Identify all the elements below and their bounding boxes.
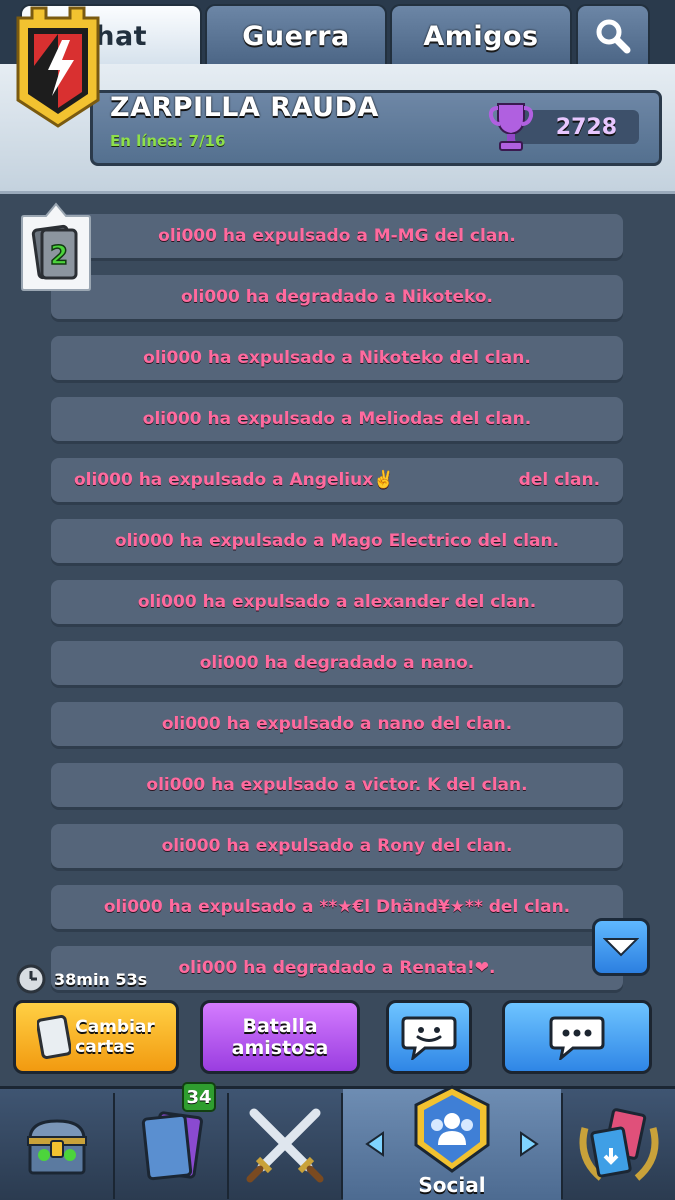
emote-icon <box>401 1016 457 1060</box>
clan-badge-icon[interactable] <box>12 4 104 128</box>
chevron-down-icon <box>603 938 639 957</box>
chat-message: oli000 ha expulsado a victor. K del clan… <box>51 763 623 807</box>
nav-social-label: Social <box>418 1173 486 1197</box>
cards-icon <box>141 1111 203 1181</box>
tab-amigos[interactable]: Amigos <box>390 4 572 66</box>
timer-text: 38min 53s <box>54 969 148 989</box>
search-icon <box>596 19 631 54</box>
cards-upgrade-count: 34 <box>182 1082 216 1112</box>
request-timer: 38min 53s <box>16 964 147 994</box>
arrow-left-icon <box>365 1131 384 1157</box>
tournament-icon <box>579 1108 659 1181</box>
chat-message: oli000 ha expulsado a alexander del clan… <box>51 580 623 624</box>
scroll-to-bottom-button[interactable] <box>592 918 650 976</box>
chat-bubble-icon <box>549 1016 605 1060</box>
chat-message: oli000 ha expulsado a nano del clan. <box>51 702 623 746</box>
nav-social[interactable]: Social <box>343 1085 561 1200</box>
tab-amigos-label: Amigos <box>423 20 539 52</box>
online-count: En línea: 7/16 <box>110 132 226 150</box>
request-cards-label: Cambiar cartas <box>75 1017 155 1057</box>
search-button[interactable] <box>576 4 650 66</box>
emote-button[interactable] <box>386 1000 472 1074</box>
nav-shop[interactable] <box>0 1089 113 1200</box>
chat-message: oli000 ha expulsado a Angeliux✌️ del cla… <box>51 458 623 502</box>
crossed-swords-icon <box>246 1108 324 1183</box>
clan-name: ZARPILLA RAUDA <box>110 92 379 123</box>
chat-message: oli000 ha degradado a nano. <box>51 641 623 685</box>
chat-message: oli000 ha expulsado a Rony del clan. <box>51 824 623 868</box>
card-level-badge[interactable]: 2 <box>20 202 92 294</box>
chat-message: oli000 ha expulsado a **★€l Dhänd¥★** de… <box>51 885 623 929</box>
clock-icon <box>16 964 46 994</box>
friendly-battle-label: Batalla amistosa <box>231 1015 329 1059</box>
chest-icon <box>26 1119 87 1175</box>
nav-tournaments[interactable] <box>563 1089 675 1200</box>
chat-message: oli000 ha expulsado a Mago Electrico del… <box>51 519 623 563</box>
chat-message-button[interactable] <box>502 1000 652 1074</box>
tab-guerra[interactable]: Guerra <box>205 4 387 66</box>
bottom-navigation: Social <box>0 1085 675 1200</box>
chat-message: oli000 ha degradado a Nikoteko. <box>51 275 623 319</box>
friendly-battle-button[interactable]: Batalla amistosa <box>200 1000 360 1074</box>
trophy-icon <box>488 103 534 151</box>
chat-message: oli000 ha expulsado a M-MG del clan. <box>51 214 623 258</box>
social-icon <box>414 1085 490 1173</box>
arrow-right-icon <box>520 1131 539 1157</box>
tab-guerra-label: Guerra <box>242 20 350 52</box>
card-icon <box>37 1015 72 1059</box>
chat-message: oli000 ha expulsado a Nikoteko del clan. <box>51 336 623 380</box>
request-cards-button[interactable]: Cambiar cartas <box>13 1000 179 1074</box>
card-level-value: 2 <box>50 241 68 271</box>
chat-message: oli000 ha expulsado a Meliodas del clan. <box>51 397 623 441</box>
nav-battle[interactable] <box>229 1089 341 1200</box>
